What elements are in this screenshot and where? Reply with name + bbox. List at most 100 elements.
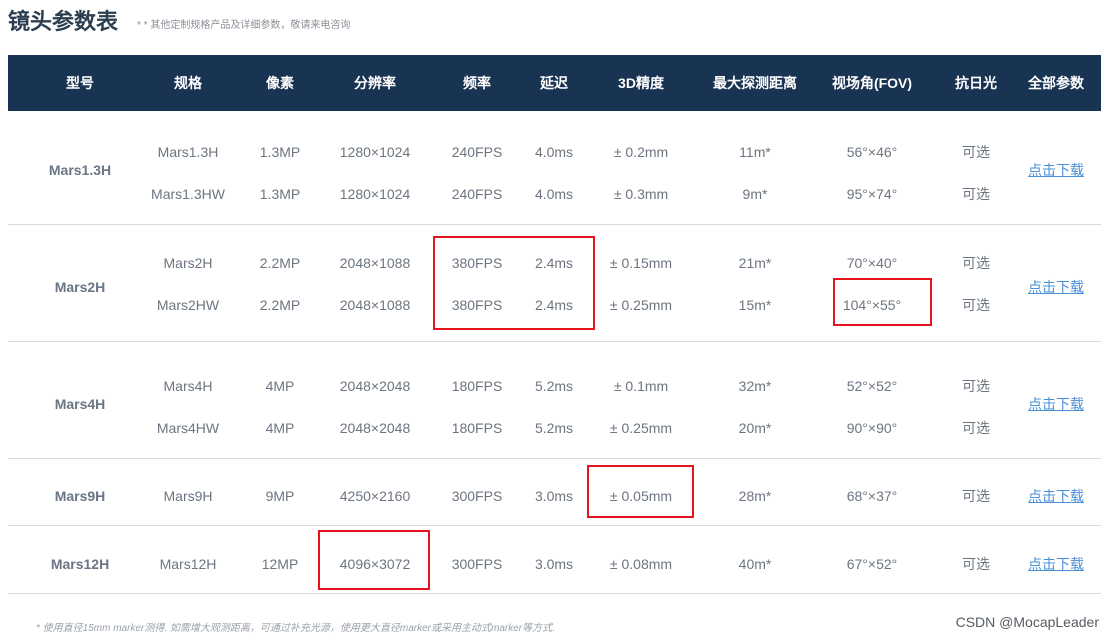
highlight-box-mars9h-accuracy [587,465,694,518]
table-cell-pixels: 9MP [265,488,295,504]
table-cell-range: 20m* [738,420,772,436]
table-cell-resolution: 2048×1088 [339,255,411,271]
table-cell-latency: 3.0ms [534,488,574,504]
table-cell-range: 28m* [738,488,772,504]
table-cell-fov: 95°×74° [846,186,898,202]
watermark: CSDN @MocapLeader [955,614,1099,630]
table-cell-resolution: 2048×2048 [339,378,411,394]
table-cell-pixels: 12MP [261,556,299,572]
table-cell-fov: 70°×40° [846,255,898,271]
table-cell-latency: 4.0ms [534,144,574,160]
table-cell-spec: Mars2H [163,255,213,271]
column-header: 全部参数 [1028,75,1084,91]
table-cell-resolution: 1280×1024 [339,186,411,202]
table-cell-pixels: 1.3MP [259,186,301,202]
column-header: 视场角(FOV) [831,75,913,91]
table-cell-accuracy: ± 0.25mm [609,420,673,436]
table-cell-sunlight: 可选 [962,297,990,313]
column-header: 分辨率 [354,75,396,91]
table-cell-fov: 68°×37° [846,488,898,504]
table-cell-sunlight: 可选 [962,488,990,504]
table-cell-latency: 5.2ms [534,378,574,394]
table-cell-fps: 300FPS [451,556,503,572]
table-cell-spec: Mars4H [163,378,213,394]
table-cell-resolution: 4250×2160 [339,488,411,504]
table-cell-sunlight: 可选 [962,186,990,202]
table-cell-range: 40m* [738,556,772,572]
model-name: Mars1.3H [48,162,112,178]
table-cell-sunlight: 可选 [962,378,990,394]
download-link[interactable]: 点击下载 [1028,486,1084,506]
table-cell-fps: 180FPS [451,420,503,436]
table-cell-resolution: 2048×1088 [339,297,411,313]
table-cell-resolution: 1280×1024 [339,144,411,160]
table-cell-fov: 56°×46° [846,144,898,160]
model-name: Mars2H [54,279,106,295]
column-header: 最大探测距离 [713,75,797,91]
row-divider [8,224,1101,225]
page-subtitle: * * 其他定制规格产品及详细参数，敬请来电咨询 [137,20,351,31]
table-cell-range: 11m* [739,144,771,160]
column-header: 像素 [266,75,294,91]
column-header: 3D精度 [618,75,664,91]
table-cell-latency: 5.2ms [534,420,574,436]
download-link[interactable]: 点击下载 [1028,277,1084,297]
table-cell-pixels: 1.3MP [259,144,301,160]
table-cell-pixels: 4MP [265,420,295,436]
download-link[interactable]: 点击下载 [1028,394,1084,414]
table-cell-accuracy: ± 0.3mm [613,186,669,202]
model-name: Mars12H [50,556,110,572]
table-cell-range: 9m* [742,186,768,202]
column-header: 抗日光 [955,75,997,91]
model-name: Mars9H [54,488,106,504]
table-cell-resolution: 2048×2048 [339,420,411,436]
table-cell-fov: 67°×52° [846,556,898,572]
table-cell-range: 32m* [738,378,772,394]
table-cell-accuracy: ± 0.08mm [609,556,673,572]
table-cell-fov: 90°×90° [846,420,898,436]
table-cell-accuracy: ± 0.2mm [613,144,669,160]
column-header: 延迟 [540,75,568,91]
table-cell-pixels: 4MP [265,378,295,394]
table-cell-sunlight: 可选 [962,420,990,436]
table-cell-fps: 180FPS [451,378,503,394]
highlight-box-mars2hw-fov [833,278,932,326]
table-cell-sunlight: 可选 [962,556,990,572]
table-cell-spec: Mars9H [163,488,213,504]
row-divider [8,341,1101,342]
table-cell-spec: Mars1.3H [157,144,219,160]
table-cell-spec: Mars4HW [156,420,220,436]
column-header: 频率 [463,75,491,91]
table-cell-sunlight: 可选 [962,255,990,271]
table-cell-spec: Mars12H [159,556,217,572]
footnote: * 使用直径15mm marker测得. 如需增大观测距离，可通过补充光源，使用… [36,623,555,634]
table-cell-range: 21m* [738,255,772,271]
row-divider [8,525,1101,526]
table-cell-pixels: 2.2MP [259,255,301,271]
table-cell-latency: 3.0ms [534,556,574,572]
row-divider [8,593,1101,594]
table-cell-accuracy: ± 0.25mm [609,297,673,313]
model-name: Mars4H [54,396,106,412]
table-cell-fps: 300FPS [451,488,503,504]
table-cell-fps: 240FPS [451,186,503,202]
table-cell-pixels: 2.2MP [259,297,301,313]
table-cell-range: 15m* [738,297,772,313]
highlight-box-mars12h-resolution [318,530,430,590]
table-cell-spec: Mars1.3HW [151,186,225,202]
page-title: 镜头参数表 [8,9,119,34]
download-link[interactable]: 点击下载 [1028,554,1084,574]
table-cell-fov: 52°×52° [846,378,898,394]
column-header: 规格 [174,75,202,91]
highlight-box-mars2-fps-latency [433,236,595,330]
column-header: 型号 [66,75,94,91]
table-header: 型号 规格 像素 分辨率 频率 延迟 3D精度 最大探测距离 视场角(FOV) 抗日光 全部参数 [8,55,1101,111]
table-cell-accuracy: ± 0.15mm [609,255,673,271]
table-cell-accuracy: ± 0.1mm [613,378,669,394]
row-divider [8,458,1101,459]
table-cell-sunlight: 可选 [962,144,990,160]
table-cell-spec: Mars2HW [156,297,220,313]
table-cell-fps: 240FPS [451,144,503,160]
table-cell-latency: 4.0ms [534,186,574,202]
download-link[interactable]: 点击下载 [1028,160,1084,180]
